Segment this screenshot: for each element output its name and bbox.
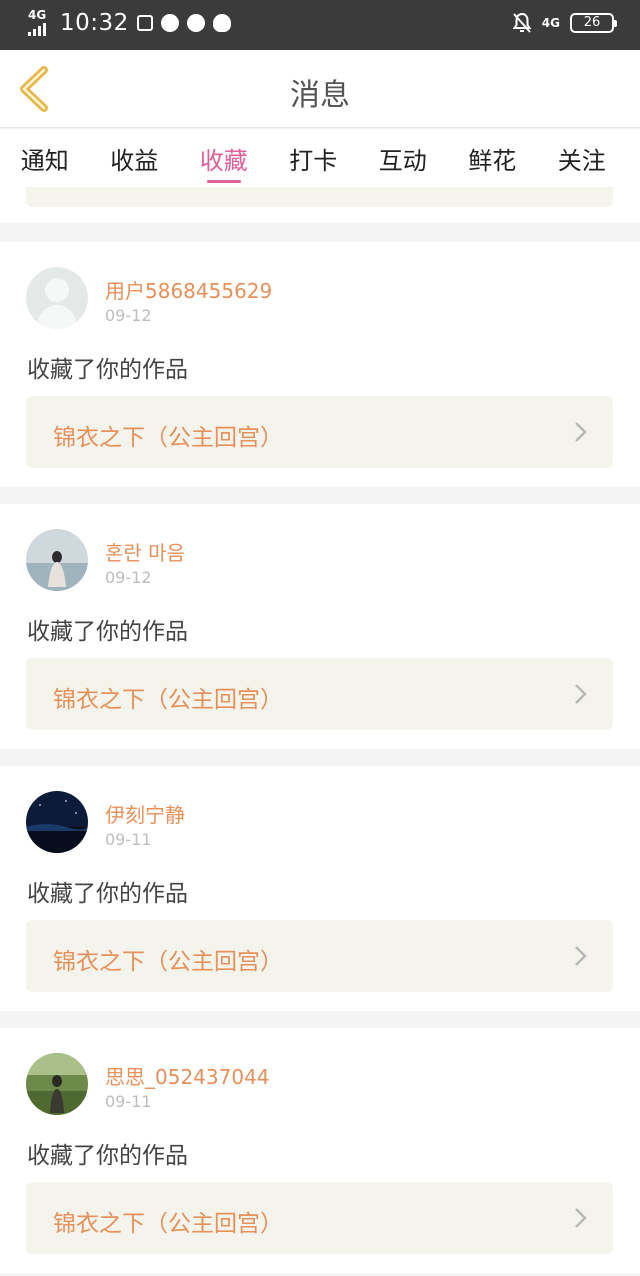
message-text: 收藏了你的作品: [27, 1143, 188, 1169]
timestamp: 09-12: [105, 306, 152, 325]
message-text: 收藏了你的作品: [27, 357, 188, 383]
work-link-fragment[interactable]: [26, 187, 613, 207]
tab-earnings[interactable]: 收益: [90, 129, 180, 187]
tab-checkin[interactable]: 打卡: [269, 129, 359, 187]
app-icon: [186, 14, 205, 32]
chevron-right-icon: [575, 946, 587, 966]
previous-card-fragment: [0, 187, 640, 223]
avatar[interactable]: [26, 1053, 88, 1115]
qq-icon: [212, 14, 231, 32]
signal-icon: 4G: [26, 8, 52, 38]
network-type-right: 4G: [541, 16, 560, 30]
bell-muted-icon: [512, 12, 532, 33]
username[interactable]: 혼란 마음: [105, 537, 185, 566]
tab-notifications[interactable]: 通知: [0, 129, 90, 187]
avatar[interactable]: [26, 267, 88, 329]
work-title: 锦衣之下（公主回宫）: [53, 687, 283, 713]
message-text: 收藏了你的作品: [27, 881, 188, 907]
work-title: 锦衣之下（公主回宫）: [53, 949, 283, 975]
work-link[interactable]: 锦衣之下（公主回宫）: [26, 920, 613, 992]
avatar[interactable]: [26, 791, 88, 853]
username[interactable]: 思思_052437044: [105, 1061, 270, 1090]
header: 消息: [0, 50, 640, 128]
timestamp: 09-11: [105, 1092, 152, 1111]
username[interactable]: 用户5868455629: [105, 275, 272, 304]
tab-flowers[interactable]: 鲜花: [448, 129, 538, 187]
tab-follow[interactable]: 关注: [537, 129, 627, 187]
tab-favorites[interactable]: 收藏: [179, 129, 269, 187]
status-bar: 4G 10:32 4G 26: [0, 0, 640, 50]
browser-icon: [160, 14, 179, 32]
work-link[interactable]: 锦衣之下（公主回宫）: [26, 658, 613, 730]
list-item: 用户5868455629 09-12 收藏了你的作品 锦衣之下（公主回宫）: [0, 242, 640, 487]
list-item: 혼란 마음 09-12 收藏了你的作品 锦衣之下（公主回宫）: [0, 504, 640, 749]
list-item: 伊刻宁静 09-11 收藏了你的作品 锦衣之下（公主回宫）: [0, 766, 640, 1011]
list-item: 思思_052437044 09-11 收藏了你的作品 锦衣之下（公主回宫）: [0, 1028, 640, 1273]
page-title: 消息: [290, 78, 350, 113]
message-text: 收藏了你的作品: [27, 619, 188, 645]
work-title: 锦衣之下（公主回宫）: [53, 425, 283, 451]
battery-icon: 26: [570, 13, 617, 33]
work-link[interactable]: 锦衣之下（公主回宫）: [26, 1182, 613, 1254]
chevron-right-icon: [575, 1208, 587, 1228]
avatar[interactable]: [26, 529, 88, 591]
battery-level: 26: [583, 15, 601, 30]
tab-bar: 通知 收益 收藏 打卡 互动 鲜花 关注: [0, 129, 640, 187]
chevron-right-icon: [575, 422, 587, 442]
timestamp: 09-12: [105, 568, 152, 587]
network-type: 4G: [28, 8, 47, 22]
notification-icon: [136, 15, 153, 31]
timestamp: 09-11: [105, 830, 152, 849]
tab-interaction[interactable]: 互动: [358, 129, 448, 187]
chevron-right-icon: [575, 684, 587, 704]
work-title: 锦衣之下（公主回宫）: [53, 1211, 283, 1237]
work-link[interactable]: 锦衣之下（公主回宫）: [26, 396, 613, 468]
clock: 10:32: [60, 10, 129, 36]
username[interactable]: 伊刻宁静: [105, 799, 185, 828]
